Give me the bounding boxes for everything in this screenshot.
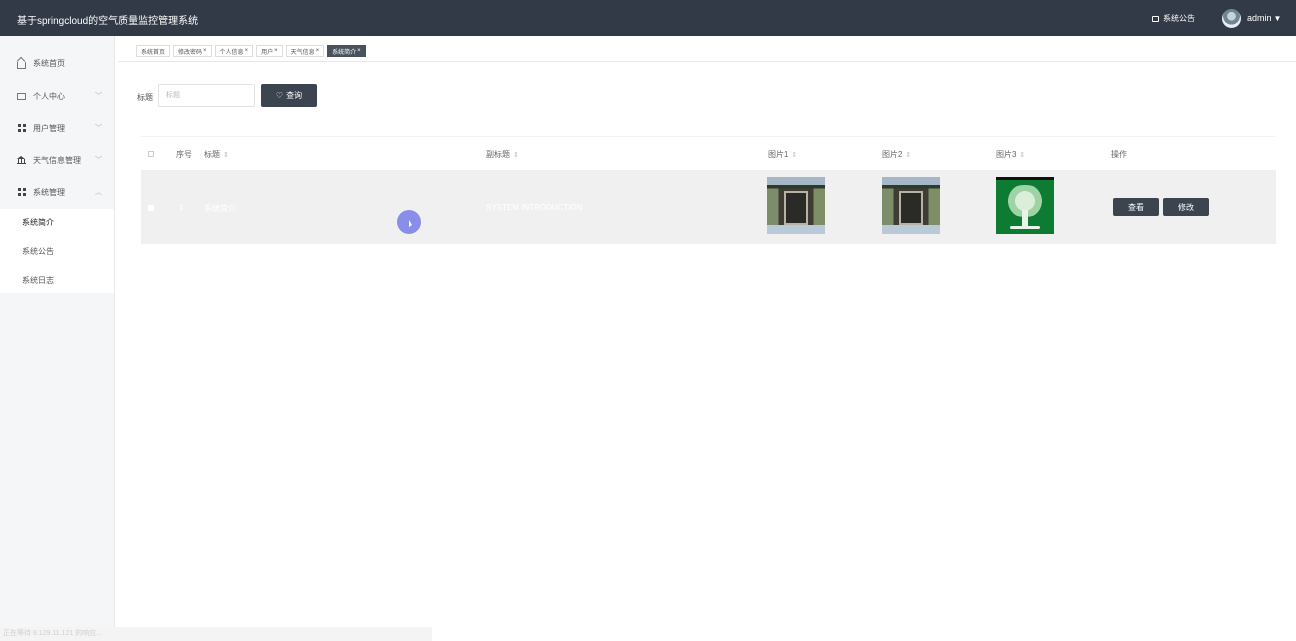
chevron-up-icon: ︿ <box>95 189 102 196</box>
row-image-1[interactable] <box>767 177 825 234</box>
row-checkbox[interactable] <box>148 205 154 211</box>
sidebar-item-label: 用户管理 <box>33 123 65 133</box>
tab-home[interactable]: 系统首页 <box>136 45 171 57</box>
row-image-2[interactable] <box>882 177 940 234</box>
header-pic2-label: 图片2 <box>882 150 903 159</box>
header-pic2[interactable]: 图片2 ⇕ <box>882 149 911 160</box>
tab-personal-info[interactable]: 个人信息 × <box>214 45 254 57</box>
chevron-down-icon: ﹀ <box>95 125 102 132</box>
sort-icon[interactable]: ⇕ <box>223 152 229 159</box>
bullhorn-icon <box>1152 15 1159 22</box>
row-subtitle: SYSTEM INTRODUCTION <box>486 203 583 212</box>
header-subtitle[interactable]: 副标题 ⇕ <box>486 149 519 160</box>
user-menu[interactable]: admin ▼ <box>1247 13 1281 23</box>
avatar[interactable] <box>1222 9 1241 28</box>
tab-system-intro[interactable]: 系统简介 × <box>327 45 366 57</box>
close-icon[interactable]: × <box>203 48 207 54</box>
tab-label: 系统简介 <box>332 49 357 56</box>
tab-divider <box>118 61 1296 62</box>
calendar-icon <box>17 92 26 101</box>
sidebar-item-home[interactable]: 系统首页 <box>0 47 114 79</box>
header-pic3-label: 图片3 <box>996 150 1017 159</box>
tab-bar: 系统首页 修改密码 × 个人信息 × 用户 × 天气信息 × 系统简介 × <box>136 45 366 57</box>
tab-weather-info[interactable]: 天气信息 × <box>285 45 325 57</box>
mouse-cursor-indicator <box>397 210 421 234</box>
row-title: 系统简介 <box>204 204 236 213</box>
tab-label: 用户 <box>261 49 274 56</box>
sidebar-item-user-management[interactable]: 用户管理 ﹀ <box>0 112 114 144</box>
header-title-label: 标题 <box>204 150 220 159</box>
view-button[interactable]: 查看 <box>1113 198 1159 216</box>
caret-down-icon: ▼ <box>1273 14 1282 23</box>
sidebar-item-personal-center[interactable]: 个人中心 ﹀ <box>0 80 114 112</box>
close-icon[interactable]: × <box>274 48 278 54</box>
system-management-submenu: 系统简介 系统公告 系统日志 <box>0 209 114 293</box>
sidebar-item-weather-management[interactable]: 天气信息管理 ﹀ <box>0 144 114 176</box>
close-icon[interactable]: × <box>245 48 249 54</box>
sidebar: 系统首页 个人中心 ﹀ 用户管理 ﹀ 天气信息管理 ﹀ 系统管理 ︿ 系统简介 … <box>0 36 115 641</box>
top-header-bar: 基于springcloud的空气质量监控管理系统 系统公告 admin ▼ <box>0 0 1296 36</box>
table-header: 序号 标题 ⇕ 副标题 ⇕ 图片1 ⇕ 图片2 ⇕ 图片3 ⇕ 操作 <box>141 136 1276 172</box>
edit-button[interactable]: 修改 <box>1163 198 1209 216</box>
search-button[interactable]: ♡ 查询 <box>261 84 317 107</box>
submenu-item-system-intro[interactable]: 系统简介 <box>22 217 54 228</box>
tab-label: 个人信息 <box>219 49 244 56</box>
bank-icon <box>17 156 26 165</box>
header-actions: 操作 <box>1111 150 1127 159</box>
submenu-item-system-notice[interactable]: 系统公告 <box>22 246 54 257</box>
row-image-3[interactable] <box>996 177 1054 234</box>
browser-status-bar: 正在等待 8.129.11.121 的响应... <box>0 627 432 641</box>
system-notice-label: 系统公告 <box>1163 14 1195 23</box>
chevron-down-icon: ﹀ <box>95 93 102 100</box>
table-row[interactable]: 1 系统简介 SYSTEM INTRODUCTION 查看 修改 <box>141 170 1276 244</box>
header-pic1[interactable]: 图片1 ⇕ <box>768 149 797 160</box>
close-icon[interactable]: × <box>357 48 361 54</box>
header-pic1-label: 图片1 <box>768 150 789 159</box>
row-index: 1 <box>179 203 184 212</box>
heart-icon: ♡ <box>275 91 284 100</box>
app-title: 基于springcloud的空气质量监控管理系统 <box>17 16 199 27</box>
search-label: 标题 <box>137 93 153 102</box>
close-icon[interactable]: × <box>316 48 320 54</box>
sort-icon[interactable]: ⇕ <box>791 152 797 159</box>
header-title[interactable]: 标题 ⇕ <box>204 149 229 160</box>
select-all-checkbox[interactable] <box>148 151 154 157</box>
sidebar-item-label: 系统管理 <box>33 187 65 197</box>
pointer-icon <box>409 220 412 227</box>
tab-label: 修改密码 <box>178 49 203 56</box>
tab-change-password[interactable]: 修改密码 × <box>173 45 212 57</box>
tab-user[interactable]: 用户 × <box>256 45 283 57</box>
header-index: 序号 <box>176 150 192 159</box>
search-input[interactable]: 标题 <box>158 84 255 107</box>
user-name: admin <box>1247 13 1272 23</box>
sidebar-item-label: 天气信息管理 <box>33 155 81 165</box>
tab-label: 系统首页 <box>141 49 166 56</box>
header-subtitle-label: 副标题 <box>486 150 510 159</box>
sidebar-item-label: 系统首页 <box>33 58 65 68</box>
header-pic3[interactable]: 图片3 ⇕ <box>996 149 1025 160</box>
sidebar-item-system-management[interactable]: 系统管理 ︿ <box>0 176 114 208</box>
sort-icon[interactable]: ⇕ <box>905 152 911 159</box>
home-icon <box>17 59 26 69</box>
sort-icon[interactable]: ⇕ <box>513 152 519 159</box>
sidebar-item-label: 个人中心 <box>33 91 65 101</box>
sort-icon[interactable]: ⇕ <box>1019 152 1025 159</box>
submenu-item-system-log[interactable]: 系统日志 <box>22 275 54 286</box>
system-notice-link[interactable]: 系统公告 <box>1152 13 1195 24</box>
grid-icon <box>17 188 26 197</box>
chevron-down-icon: ﹀ <box>95 157 102 164</box>
search-button-label: 查询 <box>286 91 303 100</box>
grid-icon <box>17 124 26 133</box>
tab-label: 天气信息 <box>290 49 315 56</box>
